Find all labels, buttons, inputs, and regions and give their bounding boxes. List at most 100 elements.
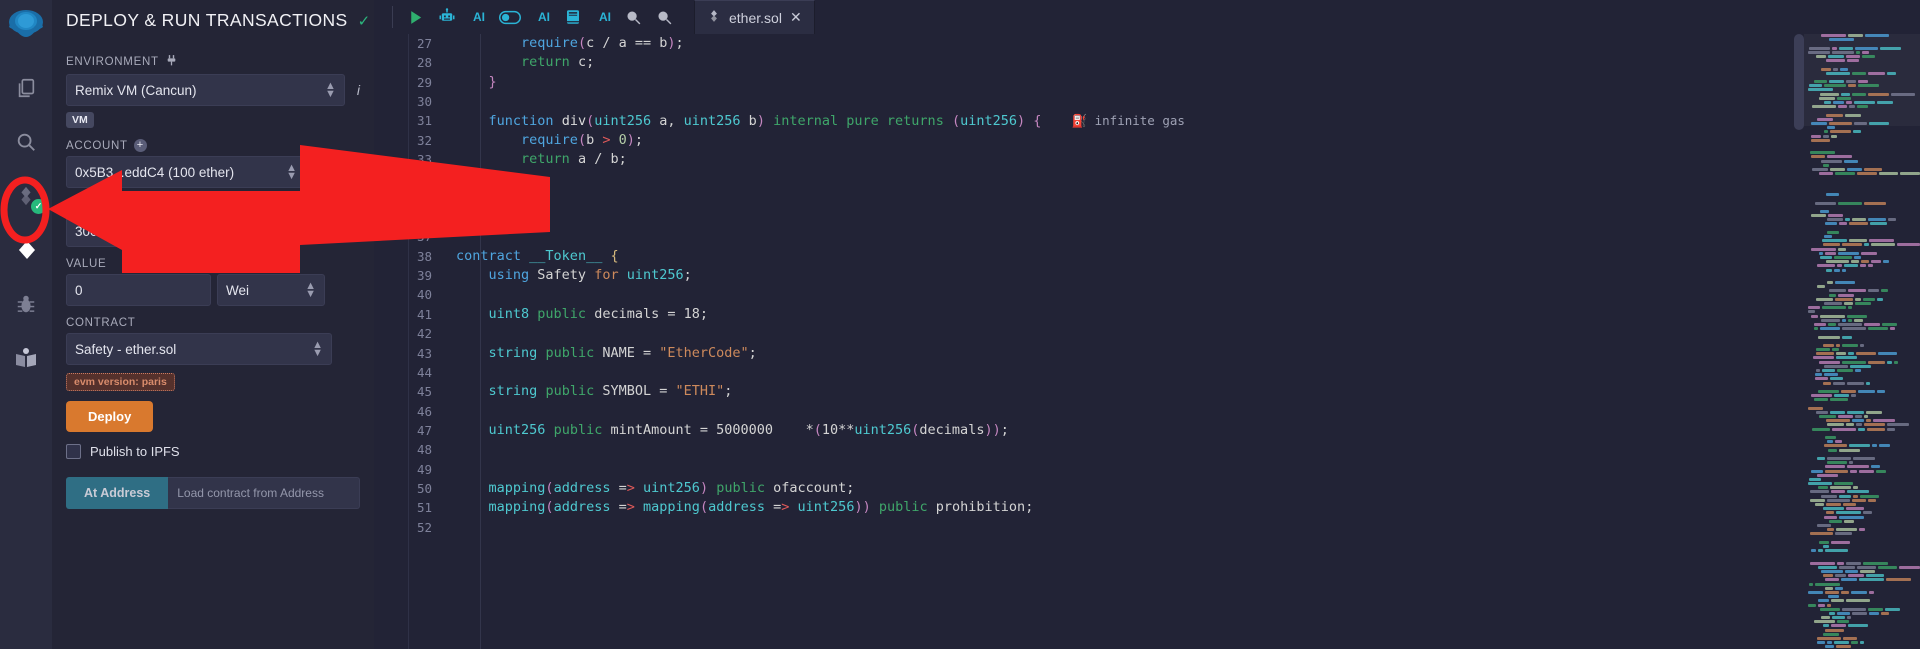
- code-line[interactable]: 36}: [374, 208, 1920, 227]
- code-line[interactable]: 35 }: [374, 189, 1920, 208]
- minimap-line: [1804, 138, 1920, 142]
- editor-tabs: ether.sol ✕: [694, 0, 815, 34]
- publish-ipfs-checkbox[interactable]: [66, 444, 81, 459]
- code-line[interactable]: 49: [374, 460, 1920, 479]
- chevron-updown-icon[interactable]: ▲ ▼: [305, 281, 316, 300]
- code-line[interactable]: 44: [374, 363, 1920, 382]
- zoom-in-icon[interactable]: [656, 9, 673, 26]
- code-lines[interactable]: 27 require(c / a == b); 28 return c; 29 } 3…: [374, 34, 1920, 537]
- sidebar-item-file-explorer[interactable]: [4, 66, 48, 110]
- minimap-line: [1804, 570, 1920, 573]
- minimap-line: [1804, 289, 1920, 293]
- minimap-line: [1804, 364, 1920, 368]
- value-input[interactable]: 0: [66, 274, 211, 306]
- check-icon[interactable]: ✓: [358, 12, 371, 30]
- code-line[interactable]: 29 }: [374, 73, 1920, 92]
- sidebar-item-deploy-run[interactable]: [4, 228, 48, 272]
- code-editor[interactable]: 27 require(c / a == b); 28 return c; 29 } 3…: [374, 34, 1920, 649]
- account-select[interactable]: 0x5B3...eddC4 (100 ether) ▲ ▼: [66, 156, 306, 188]
- code-line[interactable]: 50 mapping(address => uint256) public of…: [374, 479, 1920, 498]
- minimap-line: [1804, 645, 1920, 649]
- minimap-line: [1804, 227, 1920, 230]
- minimap-line: [1804, 565, 1920, 569]
- code-line[interactable]: 31 function div(uint256 a, uint256 b) in…: [374, 111, 1920, 130]
- code-line[interactable]: 41 uint8 public decimals = 18;: [374, 305, 1920, 324]
- code-line[interactable]: 46: [374, 402, 1920, 421]
- minimap-line: [1804, 432, 1920, 435]
- code-line[interactable]: 42: [374, 324, 1920, 343]
- code-line[interactable]: 34: [374, 169, 1920, 188]
- ai-robot-icon[interactable]: [438, 8, 456, 26]
- minimap-line: [1804, 193, 1920, 197]
- ai-docs-book-icon[interactable]: [564, 8, 582, 26]
- at-address-button[interactable]: At Address: [66, 477, 169, 509]
- minimap-line: [1804, 197, 1920, 200]
- minimap-line: [1804, 624, 1920, 628]
- info-icon[interactable]: i: [351, 82, 360, 98]
- code-line[interactable]: 28 return c;: [374, 53, 1920, 72]
- contract-select[interactable]: Safety - ether.sol ▲ ▼: [66, 333, 332, 365]
- minimap-line: [1804, 406, 1920, 410]
- minimap-line: [1804, 386, 1920, 389]
- code-line[interactable]: 30: [374, 92, 1920, 111]
- publish-ipfs-label: Publish to IPFS: [90, 444, 180, 459]
- compile-success-badge: ✓: [31, 199, 46, 214]
- scrollbar-thumb[interactable]: [1794, 34, 1804, 130]
- code-line[interactable]: 27 require(c / a == b);: [374, 34, 1920, 53]
- code-line[interactable]: 33 return a / b;: [374, 150, 1920, 169]
- contract-label: CONTRACT: [66, 317, 136, 329]
- deploy-button[interactable]: Deploy: [66, 401, 154, 432]
- code-line[interactable]: 38 contract __Token__ {: [374, 247, 1920, 266]
- plus-icon[interactable]: +: [133, 139, 147, 152]
- tab-ether-sol[interactable]: ether.sol ✕: [694, 0, 815, 34]
- code-line[interactable]: 37: [374, 227, 1920, 246]
- minimap-line: [1804, 410, 1920, 414]
- sidebar-item-search[interactable]: [4, 120, 48, 164]
- code-line[interactable]: 39 using Safety for uint256;: [374, 266, 1920, 285]
- minimap-line: [1804, 155, 1920, 159]
- value-unit-select[interactable]: Wei ▲ ▼: [217, 274, 325, 306]
- minimap-line: [1804, 599, 1920, 603]
- code-line[interactable]: 51 mapping(address => mapping(address =>…: [374, 498, 1920, 517]
- copy-icon[interactable]: [312, 163, 333, 181]
- editor-scrollbar[interactable]: [1794, 34, 1804, 649]
- sidebar-item-solidity-compiler[interactable]: ✓: [4, 174, 48, 218]
- edit-icon[interactable]: [339, 163, 360, 181]
- minimap-line: [1804, 331, 1920, 334]
- minimap-line: [1804, 503, 1920, 506]
- minimap-line: [1804, 611, 1920, 615]
- plug-icon: [165, 54, 178, 70]
- editor-minimap[interactable]: [1804, 34, 1920, 649]
- code-line[interactable]: 52: [374, 518, 1920, 537]
- minimap-line: [1804, 632, 1920, 636]
- minimap-line: [1804, 230, 1920, 234]
- environment-select[interactable]: Remix VM (Cancun) ▲ ▼: [66, 74, 345, 106]
- code-line[interactable]: 43 string public NAME = "EtherCode";: [374, 344, 1920, 363]
- at-address-input[interactable]: Load contract from Address: [168, 477, 360, 509]
- minimap-line: [1804, 163, 1920, 167]
- code-line[interactable]: 45 string public SYMBOL = "ETHI";: [374, 382, 1920, 401]
- sidebar-item-debugger[interactable]: [4, 282, 48, 326]
- minimap-line: [1804, 511, 1920, 515]
- minimap-line: [1804, 172, 1920, 176]
- minimap-line: [1804, 369, 1920, 372]
- line-number: 27: [416, 36, 432, 51]
- chevron-updown-icon[interactable]: ▲ ▼: [312, 340, 323, 359]
- publish-ipfs-row[interactable]: Publish to IPFS: [66, 444, 360, 459]
- close-icon[interactable]: ✕: [790, 9, 802, 26]
- code-line[interactable]: 47 uint256 public mintAmount = 5000000 *…: [374, 421, 1920, 440]
- code-line[interactable]: 40: [374, 285, 1920, 304]
- code-text: using Safety for uint256;: [488, 267, 692, 284]
- chevron-updown-icon[interactable]: ▲ ▼: [325, 81, 336, 100]
- chevron-updown-icon[interactable]: ▲ ▼: [286, 163, 297, 182]
- zoom-out-icon[interactable]: [625, 9, 642, 26]
- remix-logo-icon[interactable]: [4, 6, 48, 50]
- code-line[interactable]: 48: [374, 440, 1920, 459]
- ai-toggle-icon[interactable]: [499, 10, 521, 25]
- code-line[interactable]: 32 require(b > 0);: [374, 131, 1920, 150]
- sidebar-item-learneth[interactable]: [4, 336, 48, 380]
- run-icon[interactable]: [407, 9, 424, 26]
- gas-limit-input[interactable]: 3000000: [66, 215, 211, 247]
